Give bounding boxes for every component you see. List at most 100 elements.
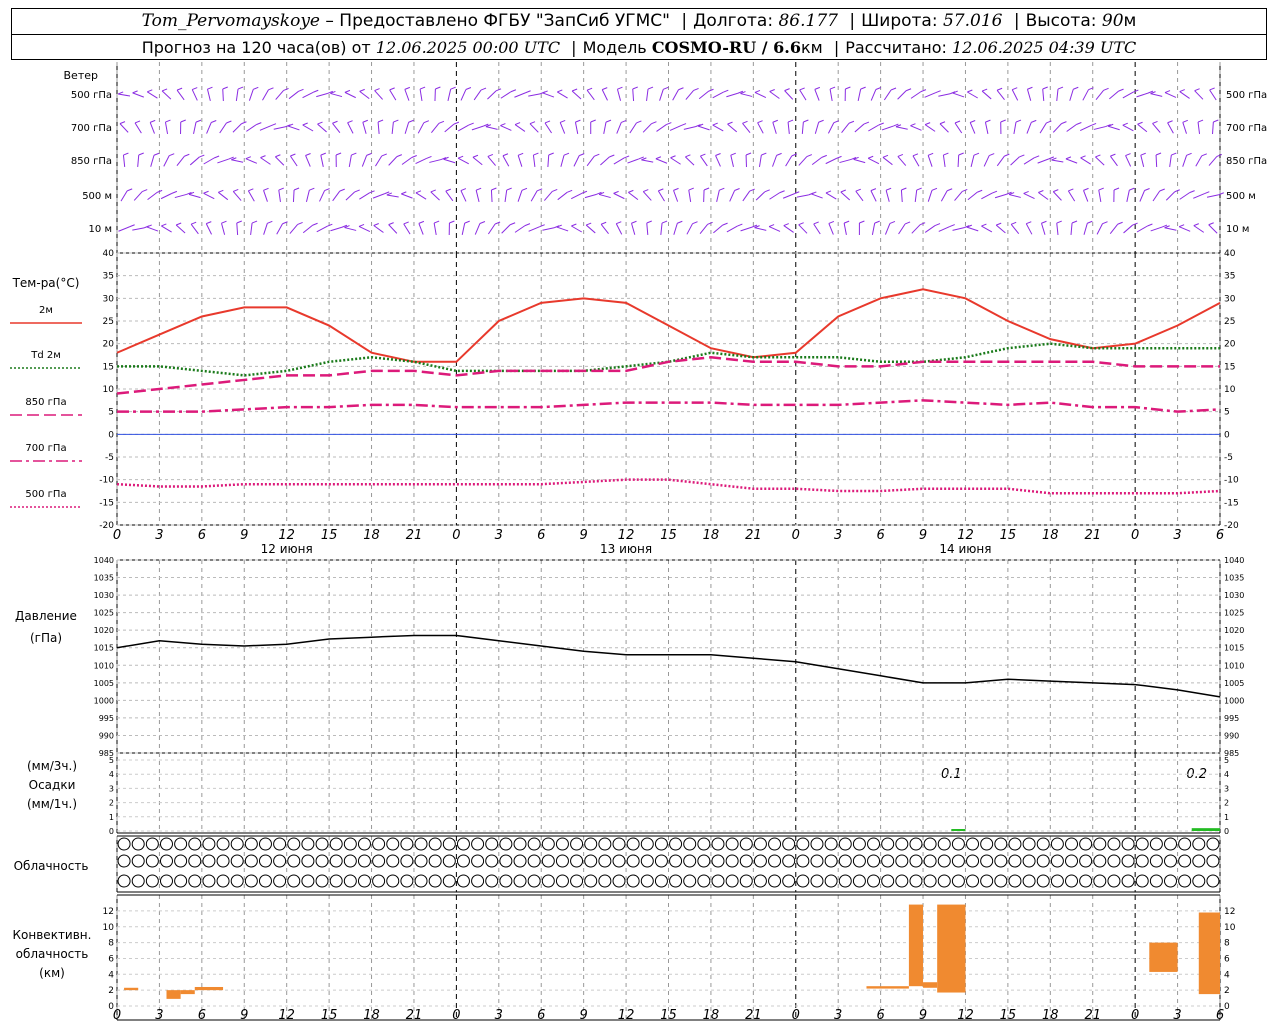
wind-barb xyxy=(983,153,995,167)
temp-y-tick: 15 xyxy=(103,362,114,372)
wind-barb xyxy=(176,153,190,167)
temp-legend-label: 2м xyxy=(39,305,53,316)
wind-barb-staff xyxy=(758,154,762,168)
pressure-y-tick-right: 1010 xyxy=(1224,661,1244,670)
wind-barb xyxy=(330,90,343,98)
cloud-symbol xyxy=(739,874,753,888)
wind-barb-staff xyxy=(374,90,383,100)
wind-barb-staff xyxy=(1152,190,1161,202)
wind-barb-staff xyxy=(881,125,894,131)
wind-barb xyxy=(188,191,201,199)
wind-barb xyxy=(769,89,780,99)
time-tick-label-bottom: 0 xyxy=(1131,1008,1139,1023)
convective-bar xyxy=(1198,912,1220,995)
wind-barb xyxy=(160,190,178,200)
wind-barb xyxy=(374,88,383,100)
time-tick-label-bottom: 0 xyxy=(113,1008,121,1023)
wind-barb-staff xyxy=(543,191,553,201)
time-tick-label-bottom: 6 xyxy=(876,1008,884,1023)
wind-barb-staff xyxy=(1195,155,1203,167)
wind-barb xyxy=(970,152,980,167)
cloud-symbol xyxy=(838,874,852,888)
wind-barb-staff xyxy=(600,223,609,235)
wind-barb-staff xyxy=(713,224,723,234)
wind-barb-flag xyxy=(707,221,713,225)
wind-level-label-right: 500 м xyxy=(1226,191,1256,202)
wind-barb-staff xyxy=(1041,223,1046,235)
wind-barb xyxy=(867,155,880,165)
wind-barb-staff xyxy=(1193,193,1205,199)
wind-barb-staff xyxy=(430,191,440,201)
wind-barb-staff xyxy=(1167,122,1174,134)
wind-barb-staff xyxy=(641,159,654,163)
wind-barb xyxy=(218,189,229,201)
wind-barb-staff xyxy=(359,192,370,200)
wind-barb xyxy=(840,189,851,201)
temp-y-tick-right: 0 xyxy=(1224,430,1230,440)
wind-barb-flag xyxy=(142,189,148,193)
cloud-symbol xyxy=(725,874,739,888)
wind-barb-staff xyxy=(289,224,299,234)
cloud-symbol xyxy=(640,874,654,888)
wind-barb xyxy=(981,223,993,233)
wind-barb-flag xyxy=(825,190,832,194)
pressure-panel-unit: (гПа) xyxy=(30,631,62,645)
cloud-symbol xyxy=(131,874,145,888)
convective-y-tick-right: 12 xyxy=(1224,907,1235,917)
wind-barb-staff xyxy=(867,157,880,165)
cloud-symbol xyxy=(202,874,216,888)
wind-barb-staff xyxy=(772,122,777,134)
cloud-symbol xyxy=(994,874,1008,888)
wind-barb-staff xyxy=(1155,154,1158,168)
wind-barb-staff xyxy=(205,223,212,235)
wind-barb-flag xyxy=(251,220,258,224)
wind-barb xyxy=(938,224,955,232)
wind-barb-flag xyxy=(609,154,615,158)
time-tick-label: 3 xyxy=(1173,528,1181,543)
wind-barb-staff xyxy=(1194,90,1204,100)
time-tick-label: 12 xyxy=(618,528,635,543)
wind-barb-flag xyxy=(408,119,414,123)
wind-barb-staff xyxy=(895,126,908,130)
wind-barb-flag xyxy=(138,152,144,156)
cloud-symbol xyxy=(273,854,287,868)
wind-barb xyxy=(320,152,326,167)
wind-barb-staff xyxy=(584,193,597,199)
time-tick-label-bottom: 3 xyxy=(155,1008,163,1023)
wind-barb xyxy=(683,124,701,130)
wind-barb-flag xyxy=(1026,221,1032,225)
wind-barb-staff xyxy=(445,190,454,202)
wind-barb xyxy=(1038,190,1049,200)
cloud-symbol xyxy=(428,837,442,851)
wind-barb-staff xyxy=(586,155,595,167)
wind-barb xyxy=(713,222,728,234)
wind-barb-flag xyxy=(521,187,528,191)
wind-level-label: 10 м xyxy=(89,224,112,235)
cloud-symbol xyxy=(541,854,555,868)
wind-barb-staff xyxy=(688,189,692,203)
pressure-y-tick: 1010 xyxy=(94,661,114,670)
wind-barb-flag xyxy=(150,119,156,123)
wind-barb xyxy=(1080,155,1092,165)
wind-barb-staff xyxy=(500,91,512,99)
wind-barb-flag xyxy=(419,86,426,90)
wind-barb-flag xyxy=(396,154,403,158)
wind-barb-staff xyxy=(164,122,169,134)
wind-barb xyxy=(1167,120,1174,134)
wind-barb xyxy=(898,221,911,235)
wind-barb-staff xyxy=(119,123,129,133)
wind-barb xyxy=(302,89,319,99)
wind-barb-flag xyxy=(557,89,563,93)
wind-barb-flag xyxy=(351,152,357,156)
wind-barb-staff xyxy=(911,224,921,234)
cloud-symbol xyxy=(1107,837,1121,851)
wind-barb-staff xyxy=(1095,90,1104,100)
cloud-symbol xyxy=(329,874,343,888)
wind-barb-flag xyxy=(544,120,551,124)
wind-barb xyxy=(1010,221,1020,234)
wind-barb xyxy=(942,152,949,168)
cloud-symbol xyxy=(909,854,923,868)
wind-barb-flag xyxy=(435,86,441,90)
wind-barb-flag xyxy=(878,122,884,126)
wind-barb xyxy=(799,87,807,101)
